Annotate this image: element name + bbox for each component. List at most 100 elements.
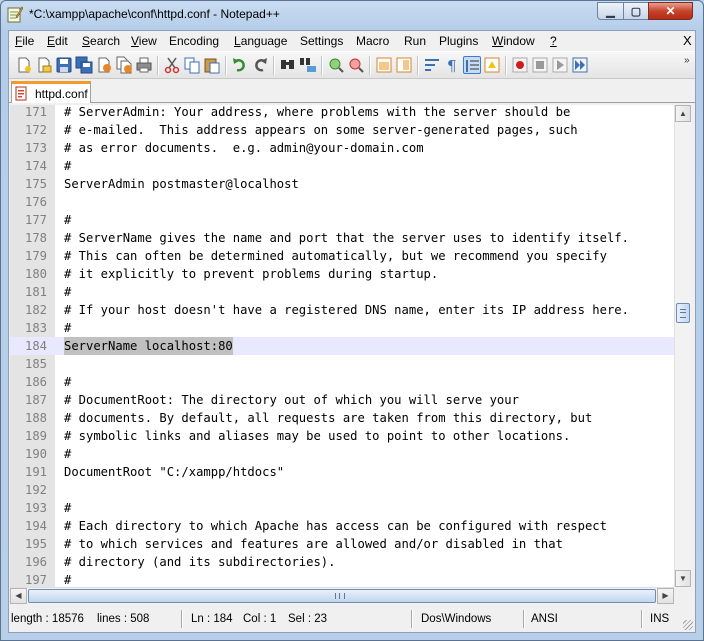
line-number: 180 xyxy=(24,267,47,281)
menu-file[interactable]: File xyxy=(15,34,34,48)
sync-horizontal-icon[interactable] xyxy=(395,56,413,74)
editor-line[interactable]: 185 xyxy=(10,355,675,373)
minimize-button[interactable]: ▁ xyxy=(597,2,624,20)
scroll-left-button[interactable]: ◀ xyxy=(10,588,27,604)
line-text: # documents. By default, all requests ar… xyxy=(64,411,593,425)
editor-line[interactable]: 175 ServerAdmin postmaster@localhost xyxy=(10,175,675,193)
vertical-scrollbar[interactable]: ▲ ▼ xyxy=(674,105,691,587)
horizontal-scroll-thumb[interactable] xyxy=(28,589,656,603)
menu-window[interactable]: Window xyxy=(492,34,535,48)
line-number: 188 xyxy=(24,411,47,425)
menu-help[interactable]: ? xyxy=(550,34,557,48)
vertical-scroll-thumb[interactable] xyxy=(676,303,690,323)
line-text: # e-mailed. This address appears on some… xyxy=(64,123,578,137)
editor-line[interactable]: 187 # DocumentRoot: The directory out of … xyxy=(10,391,675,409)
menu-language[interactable]: Language xyxy=(234,34,287,48)
editor-line[interactable]: 191 DocumentRoot "C:/xampp/htdocs" xyxy=(10,463,675,481)
editor-line[interactable]: 193 # xyxy=(10,499,675,517)
toolbar-overflow-button[interactable]: » xyxy=(684,55,690,66)
close-all-icon[interactable] xyxy=(115,56,133,74)
show-all-characters-icon[interactable]: ¶ xyxy=(443,56,461,74)
status-eol-format[interactable]: Dos\Windows xyxy=(421,610,491,628)
title-bar[interactable]: *C:\xampp\apache\conf\httpd.conf - Notep… xyxy=(1,1,703,29)
editor-line[interactable]: 174 # xyxy=(10,157,675,175)
close-window-button[interactable]: ✕ xyxy=(648,2,693,20)
menu-view[interactable]: View xyxy=(131,34,157,48)
line-text: ServerName localhost:80 xyxy=(64,337,233,355)
text-editor[interactable]: 171 # ServerAdmin: Your address, where pr… xyxy=(10,105,675,587)
menu-search[interactable]: Search xyxy=(82,34,120,48)
line-text: # Each directory to which Apache has acc… xyxy=(64,519,607,533)
line-text: # DocumentRoot: The directory out of whi… xyxy=(64,393,519,407)
close-document-button[interactable]: X xyxy=(683,33,692,48)
redo-icon[interactable] xyxy=(251,56,269,74)
play-macro-icon[interactable] xyxy=(551,56,569,74)
print-icon[interactable] xyxy=(135,56,153,74)
editor-line[interactable]: 182 # If your host doesn't have a registe… xyxy=(10,301,675,319)
record-macro-icon[interactable] xyxy=(511,56,529,74)
editor-line[interactable]: 196 # directory (and its subdirectories). xyxy=(10,553,675,571)
run-macro-multiple-icon[interactable] xyxy=(571,56,589,74)
user-language-icon[interactable] xyxy=(483,56,501,74)
new-file-icon[interactable] xyxy=(15,56,33,74)
status-encoding[interactable]: ANSI xyxy=(531,610,558,628)
menu-encoding[interactable]: Encoding xyxy=(169,34,219,48)
tab-httpd-conf[interactable]: httpd.conf xyxy=(11,81,91,103)
paste-icon[interactable] xyxy=(203,56,221,74)
scroll-down-button[interactable]: ▼ xyxy=(675,570,691,587)
editor-line[interactable]: 189 # symbolic links and aliases may be u… xyxy=(10,427,675,445)
zoom-out-icon[interactable] xyxy=(347,56,365,74)
scroll-up-button[interactable]: ▲ xyxy=(675,105,691,122)
copy-icon[interactable] xyxy=(183,56,201,74)
find-icon[interactable] xyxy=(279,56,297,74)
horizontal-scrollbar[interactable]: ◀ ▶ xyxy=(10,587,674,604)
replace-icon[interactable] xyxy=(299,56,317,74)
editor-line[interactable]: 179 # This can often be determined automa… xyxy=(10,247,675,265)
line-text: # xyxy=(64,213,72,227)
editor-line[interactable]: 195 # to which services and features are … xyxy=(10,535,675,553)
status-insert-mode[interactable]: INS xyxy=(650,610,669,628)
cut-icon[interactable] xyxy=(163,56,181,74)
maximize-button[interactable]: ▢ xyxy=(623,2,649,20)
toolbar-separator xyxy=(225,56,227,75)
word-wrap-icon[interactable] xyxy=(423,56,441,74)
editor-line[interactable]: 172 # e-mailed. This address appears on s… xyxy=(10,121,675,139)
status-separator xyxy=(523,610,525,628)
menu-macro[interactable]: Macro xyxy=(356,34,389,48)
zoom-in-icon[interactable] xyxy=(327,56,345,74)
menu-settings[interactable]: Settings xyxy=(300,34,343,48)
undo-icon[interactable] xyxy=(231,56,249,74)
editor-line[interactable]: 188 # documents. By default, all requests… xyxy=(10,409,675,427)
editor-line[interactable]: 197 # xyxy=(10,571,675,587)
editor-line[interactable]: 181 # xyxy=(10,283,675,301)
editor-line[interactable]: 171 # ServerAdmin: Your address, where pr… xyxy=(10,105,675,121)
line-number: 174 xyxy=(24,159,47,173)
line-number: 195 xyxy=(24,537,47,551)
open-file-icon[interactable] xyxy=(35,56,53,74)
editor-line[interactable]: 183 # xyxy=(10,319,675,337)
save-icon[interactable] xyxy=(55,56,73,74)
editor-line[interactable]: 180 # it explicitly to prevent problems d… xyxy=(10,265,675,283)
minimize-icon: ▁ xyxy=(606,5,615,18)
menu-run[interactable]: Run xyxy=(404,34,426,48)
editor-line[interactable]: 186 # xyxy=(10,373,675,391)
editor-line[interactable]: 173 # as error documents. e.g. admin@your… xyxy=(10,139,675,157)
editor-line[interactable]: 184 ServerName localhost:80 xyxy=(10,337,675,355)
editor-line[interactable]: 190 # xyxy=(10,445,675,463)
editor-line[interactable]: 192 xyxy=(10,481,675,499)
editor-line[interactable]: 194 # Each directory to which Apache has … xyxy=(10,517,675,535)
indent-guide-icon[interactable] xyxy=(463,56,481,74)
editor-line[interactable]: 177 # xyxy=(10,211,675,229)
editor-line[interactable]: 176 xyxy=(10,193,675,211)
resize-grip-icon[interactable] xyxy=(683,620,693,630)
stop-recording-icon[interactable] xyxy=(531,56,549,74)
sync-vertical-icon[interactable] xyxy=(375,56,393,74)
close-file-icon[interactable] xyxy=(95,56,113,74)
save-all-icon[interactable] xyxy=(75,56,93,74)
scroll-right-button[interactable]: ▶ xyxy=(657,588,674,604)
line-text: # xyxy=(64,285,72,299)
menu-plugins[interactable]: Plugins xyxy=(439,34,478,48)
editor-line[interactable]: 178 # ServerName gives the name and port … xyxy=(10,229,675,247)
line-text: # xyxy=(64,159,72,173)
menu-edit[interactable]: Edit xyxy=(47,34,68,48)
